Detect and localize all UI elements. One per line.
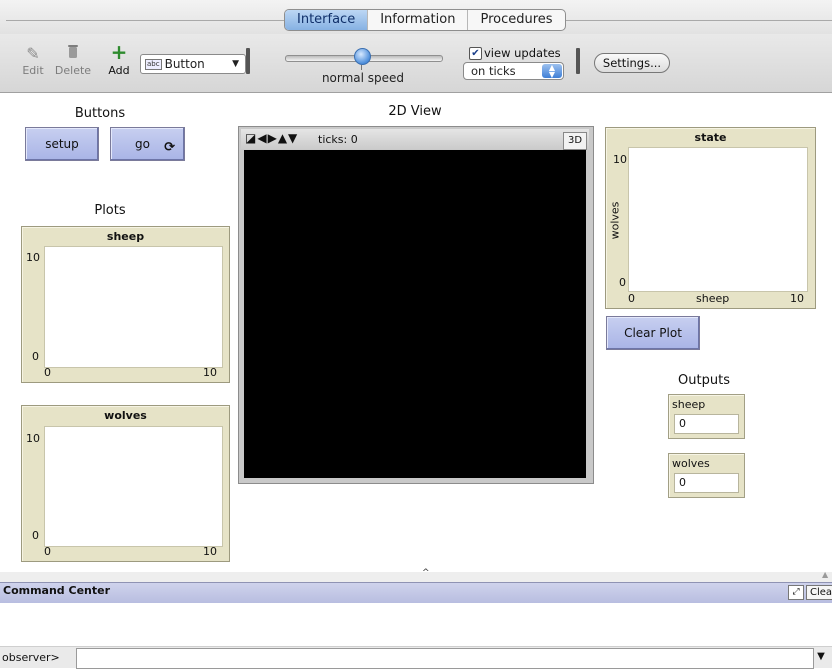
wolves-monitor[interactable]: wolves 0 xyxy=(668,453,745,498)
edit-label: Edit xyxy=(22,64,44,77)
plot-title: sheep xyxy=(106,230,145,243)
state-plot[interactable]: state 10 0 0 sheep 10 wolves xyxy=(605,127,816,309)
button-widget-icon: abc xyxy=(145,58,162,70)
update-mode-select[interactable]: on ticks ▲ ▼ xyxy=(463,62,564,80)
buttons-caption: Buttons xyxy=(74,106,126,121)
plot-title: wolves xyxy=(104,409,147,422)
plot-title: state xyxy=(694,131,727,144)
monitor-value: 0 xyxy=(674,473,739,493)
x-min-label: 0 xyxy=(44,366,51,379)
forever-loop-icon: ⟳ xyxy=(164,140,175,155)
delete-button[interactable]: Delete xyxy=(53,44,93,77)
ticks-counter: ticks: 0 xyxy=(318,133,358,146)
plus-icon: + xyxy=(110,40,128,64)
plots-caption: Plots xyxy=(94,203,126,218)
x-min-label: 0 xyxy=(628,292,635,305)
speed-label: normal speed xyxy=(321,71,405,85)
y-min-label: 0 xyxy=(32,350,39,363)
toolbar-separator xyxy=(576,48,580,74)
stepper-arrows-icon: ▲ ▼ xyxy=(542,64,562,79)
tab-information[interactable]: Information xyxy=(367,10,467,30)
command-input[interactable] xyxy=(76,648,814,669)
resize-icon[interactable]: ◪ xyxy=(245,131,257,145)
edit-button[interactable]: ✎ Edit xyxy=(21,44,45,77)
toolbar-separator xyxy=(246,48,250,74)
update-mode-value: on ticks xyxy=(471,64,516,78)
view-updates-label: view updates xyxy=(484,46,561,60)
settings-button[interactable]: Settings... xyxy=(594,53,670,73)
view-updates-checkbox[interactable]: ✔ xyxy=(469,47,482,60)
agent-type-prompt[interactable]: observer> xyxy=(2,651,60,664)
plot-area xyxy=(44,426,223,547)
plot-area xyxy=(44,246,223,368)
wolves-plot[interactable]: wolves 10 0 0 10 xyxy=(21,405,230,562)
x-axis-label: sheep xyxy=(696,292,730,305)
x-max-label: 10 xyxy=(790,292,804,305)
sheep-monitor[interactable]: sheep 0 xyxy=(668,394,745,439)
expand-icon[interactable]: ⤢ xyxy=(788,585,804,600)
monitor-label: sheep xyxy=(672,398,706,411)
widget-type-select[interactable]: abc Button ▼ xyxy=(140,54,246,74)
clear-plot-button[interactable]: Clear Plot xyxy=(606,316,700,350)
add-button[interactable]: + Add xyxy=(106,42,132,77)
horizontal-arrows-icon[interactable]: ◀▶ xyxy=(257,131,277,145)
setup-button[interactable]: setup xyxy=(25,127,99,161)
sheep-plot[interactable]: sheep 10 0 0 10 xyxy=(21,226,230,383)
command-center-bar xyxy=(0,582,832,604)
split-pane-divider[interactable] xyxy=(0,572,832,582)
y-axis-label: wolves xyxy=(608,201,622,240)
monitor-value: 0 xyxy=(674,414,739,434)
scroll-up-icon[interactable]: ▲ xyxy=(822,570,828,579)
widget-type-value: Button xyxy=(164,57,205,71)
x-min-label: 0 xyxy=(44,545,51,558)
y-min-label: 0 xyxy=(619,276,626,289)
add-label: Add xyxy=(108,64,130,77)
pencil-icon: ✎ xyxy=(26,44,40,63)
caret-up-icon[interactable]: ^ xyxy=(422,568,430,578)
tab-group: Interface Information Procedures xyxy=(284,9,566,31)
history-dropdown-icon[interactable]: ▼ xyxy=(812,648,830,665)
trash-icon xyxy=(53,44,93,64)
speed-slider-knob[interactable] xyxy=(354,48,371,65)
y-max-label: 10 xyxy=(613,153,627,166)
command-center-title: Command Center xyxy=(3,584,111,597)
view-control-icons[interactable]: ◪◀▶▲▼ xyxy=(245,131,298,145)
y-min-label: 0 xyxy=(32,529,39,542)
tab-interface[interactable]: Interface xyxy=(285,10,368,30)
3d-view-button[interactable]: 3D xyxy=(563,132,587,150)
x-max-label: 10 xyxy=(203,366,217,379)
x-max-label: 10 xyxy=(203,545,217,558)
vertical-arrows-icon[interactable]: ▲▼ xyxy=(278,131,298,145)
speed-slider-tick xyxy=(361,65,362,70)
world-view[interactable] xyxy=(244,150,586,478)
clear-button[interactable]: Clear xyxy=(806,585,832,600)
monitor-label: wolves xyxy=(672,457,710,470)
tab-procedures[interactable]: Procedures xyxy=(467,10,564,30)
go-button[interactable]: go ⟳ xyxy=(110,127,185,161)
view-caption: 2D View xyxy=(388,104,442,119)
y-max-label: 10 xyxy=(26,251,40,264)
outputs-caption: Outputs xyxy=(678,373,730,388)
delete-label: Delete xyxy=(54,64,92,77)
command-output xyxy=(0,603,832,647)
y-max-label: 10 xyxy=(26,432,40,445)
go-label: go xyxy=(135,137,150,151)
chevron-down-icon: ▼ xyxy=(232,59,239,69)
plot-area xyxy=(628,147,808,292)
